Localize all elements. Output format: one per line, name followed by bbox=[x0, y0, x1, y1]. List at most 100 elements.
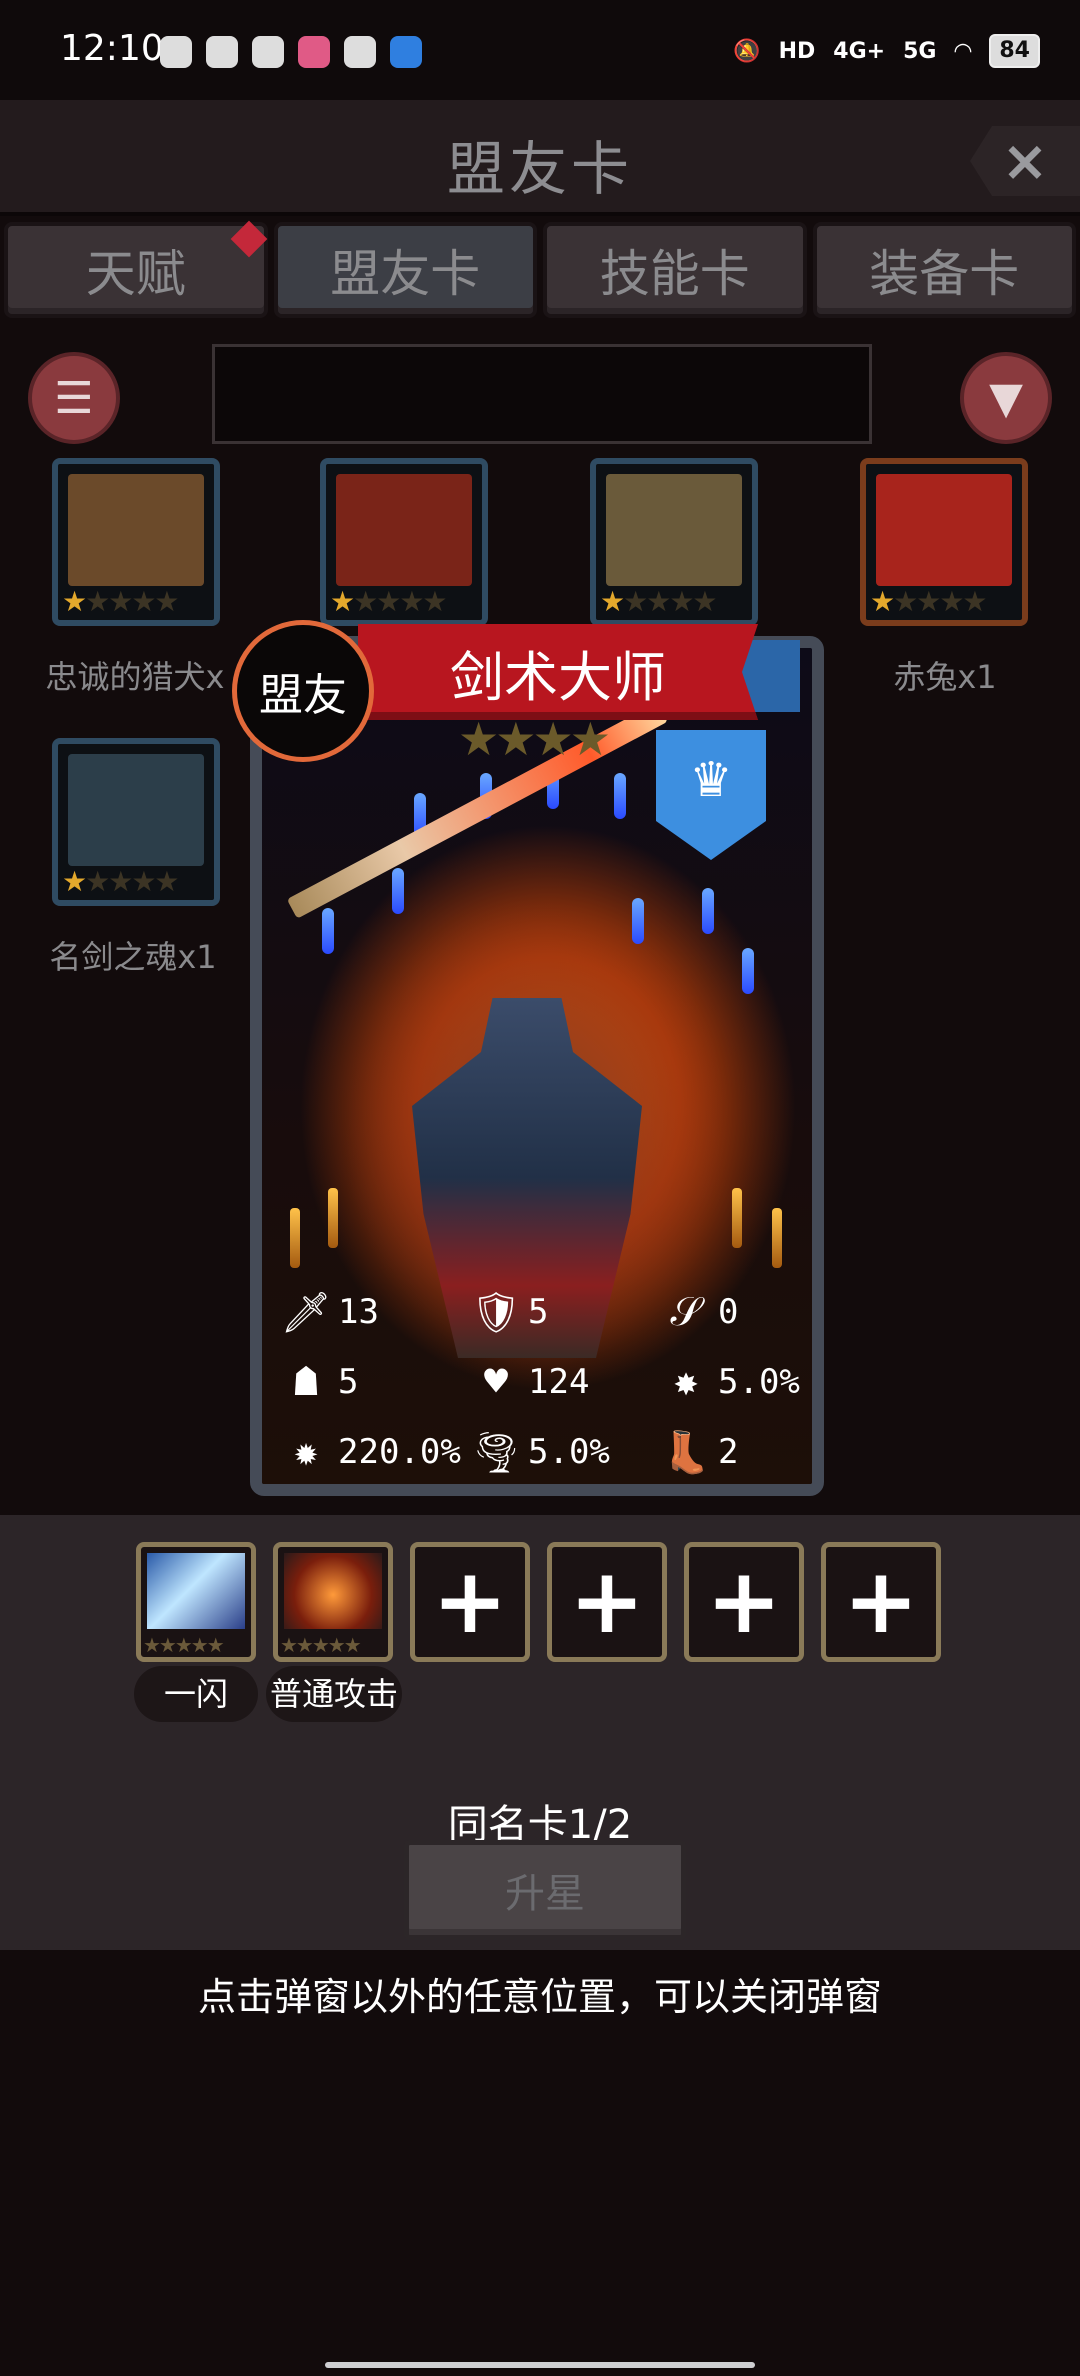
crown-icon: ♛ bbox=[689, 752, 733, 808]
hd-indicator: HD bbox=[778, 38, 816, 64]
lightning-slash-icon bbox=[147, 1553, 245, 1629]
star-rating: ★★★★★ bbox=[62, 585, 180, 618]
torch-icon bbox=[392, 868, 404, 914]
notification-dot-icon bbox=[230, 220, 267, 258]
torch-icon bbox=[702, 888, 714, 934]
battery-indicator: 84 bbox=[989, 34, 1040, 68]
plus-icon: + bbox=[432, 1549, 508, 1654]
stat-crit-rate: ✸ 5.0% bbox=[662, 1358, 800, 1406]
hunting-dog-art bbox=[68, 474, 204, 586]
notification-icon bbox=[298, 36, 330, 68]
notification-icon bbox=[344, 36, 376, 68]
notification-icon bbox=[390, 36, 422, 68]
status-indicators: 🔕 HD 4G+ 5G ◠ 84 bbox=[733, 34, 1040, 68]
plus-icon: + bbox=[569, 1549, 645, 1654]
filter-icon: ▼ bbox=[989, 372, 1023, 424]
status-time: 12:10 bbox=[60, 28, 164, 69]
torch-icon bbox=[632, 898, 644, 944]
add-skill-button[interactable]: + bbox=[684, 1542, 804, 1662]
sword-soul-art bbox=[68, 754, 204, 866]
upgrade-star-button[interactable]: 升星 bbox=[404, 1840, 686, 1940]
list-icon: ☰ bbox=[54, 372, 94, 424]
stat-health: ♥ 124 bbox=[472, 1358, 589, 1406]
add-skill-button[interactable]: + bbox=[410, 1542, 530, 1662]
star-rating: ★★★★★ bbox=[600, 585, 718, 618]
tab-ally-cards[interactable]: 盟友卡 bbox=[273, 222, 537, 318]
list-view-button[interactable]: ☰ bbox=[28, 352, 120, 444]
close-hint: 点击弹窗以外的任意位置，可以关闭弹窗 bbox=[197, 1975, 882, 2019]
ally-card-slot[interactable]: ★★★★★ bbox=[320, 458, 488, 626]
boot-kick-icon: 𝒮 bbox=[670, 1289, 702, 1335]
stat-knockback: 𝒮0 bbox=[662, 1288, 739, 1336]
star-rating: ★★★★★ bbox=[62, 865, 180, 898]
hood-icon: ☗ bbox=[293, 1359, 319, 1405]
notification-icon bbox=[252, 36, 284, 68]
search-input[interactable] bbox=[212, 344, 872, 444]
skill-label: 一闪 bbox=[134, 1666, 258, 1722]
notification-icon bbox=[206, 36, 238, 68]
star-rating: ★★★★ bbox=[458, 712, 611, 766]
tab-skill-cards[interactable]: 技能卡 bbox=[543, 222, 807, 318]
status-bar: 12:10 🔕 HD 4G+ 5G ◠ 84 bbox=[0, 0, 1080, 100]
mute-icon: 🔕 bbox=[733, 38, 761, 64]
candle-icon bbox=[290, 1208, 300, 1268]
skill-label: 普通攻击 bbox=[266, 1666, 402, 1722]
stat-attack: 🗡 13 bbox=[280, 1289, 379, 1336]
heart-icon: ♥ bbox=[483, 1359, 509, 1405]
ally-tag: 盟友 bbox=[232, 620, 374, 762]
card-label: 赤兔x1 bbox=[893, 658, 997, 696]
stat-crit-damage: ✹ 220.0% bbox=[282, 1428, 461, 1476]
star-rating: ★★★★★ bbox=[330, 585, 448, 618]
card-label: 名剑之魂x1 bbox=[49, 938, 217, 976]
tab-label: 天赋 bbox=[85, 245, 186, 303]
status-app-icons bbox=[160, 36, 422, 68]
tab-label: 技能卡 bbox=[599, 245, 750, 303]
demon-art bbox=[336, 474, 472, 586]
ally-card-slot[interactable]: ★★★★★ bbox=[52, 738, 220, 906]
network-4g-indicator: 4G+ bbox=[833, 38, 886, 64]
ally-card-slot[interactable]: ★★★★★ bbox=[52, 458, 220, 626]
red-hare-horse-art bbox=[876, 474, 1012, 586]
close-icon: × bbox=[1001, 128, 1049, 194]
wifi-icon: ◠ bbox=[954, 38, 972, 64]
card-name: 剑术大师 bbox=[450, 645, 666, 709]
title-bar: 盟友卡 × bbox=[0, 100, 1080, 216]
tab-talent[interactable]: 天赋 bbox=[4, 220, 268, 318]
candle-icon bbox=[328, 1188, 338, 1248]
card-name-banner: 剑术大师 bbox=[358, 624, 758, 720]
star-rating: ★★★★★ bbox=[870, 585, 988, 618]
card-label: 忠诚的猎犬x bbox=[45, 658, 225, 696]
star-rating: ★★★★★ bbox=[143, 1633, 225, 1657]
axe-attack-icon bbox=[284, 1553, 382, 1629]
home-indicator[interactable] bbox=[325, 2362, 755, 2368]
ally-card-slot[interactable]: ★★★★★ bbox=[590, 458, 758, 626]
notification-icon bbox=[160, 36, 192, 68]
stat-defense: 🛡 5 bbox=[470, 1289, 549, 1336]
torch-icon bbox=[742, 948, 754, 994]
torch-icon bbox=[322, 908, 334, 954]
stat-hood: ☗ 5 bbox=[282, 1358, 359, 1406]
ally-card-slot[interactable]: ★★★★★ bbox=[860, 458, 1028, 626]
add-skill-button[interactable]: + bbox=[547, 1542, 667, 1662]
tab-label: 盟友卡 bbox=[330, 245, 481, 303]
candle-icon bbox=[732, 1188, 742, 1248]
tab-bar: 天赋 盟友卡 技能卡 装备卡 bbox=[0, 220, 1080, 318]
stat-dodge: 🌪 5.0% bbox=[470, 1429, 610, 1476]
candle-icon bbox=[772, 1208, 782, 1268]
tornado-icon: 🌪 bbox=[470, 1429, 522, 1476]
tab-equipment-cards[interactable]: 装备卡 bbox=[812, 222, 1076, 318]
knight-art bbox=[606, 474, 742, 586]
plus-icon: + bbox=[843, 1549, 919, 1654]
close-button[interactable]: × bbox=[970, 126, 1080, 196]
filter-button[interactable]: ▼ bbox=[960, 352, 1052, 444]
crit-damage-icon: ✹ bbox=[293, 1429, 319, 1475]
network-5g-indicator: 5G bbox=[903, 38, 937, 64]
plus-icon: + bbox=[706, 1549, 782, 1654]
sword-icon: 🗡 bbox=[280, 1289, 332, 1336]
skill-slot-flash[interactable]: ★★★★★ bbox=[136, 1542, 256, 1662]
burst-icon: ✸ bbox=[673, 1359, 699, 1405]
star-rating: ★★★★★ bbox=[280, 1633, 362, 1657]
page-title: 盟友卡 bbox=[446, 135, 633, 203]
add-skill-button[interactable]: + bbox=[821, 1542, 941, 1662]
skill-slot-normal-attack[interactable]: ★★★★★ bbox=[273, 1542, 393, 1662]
